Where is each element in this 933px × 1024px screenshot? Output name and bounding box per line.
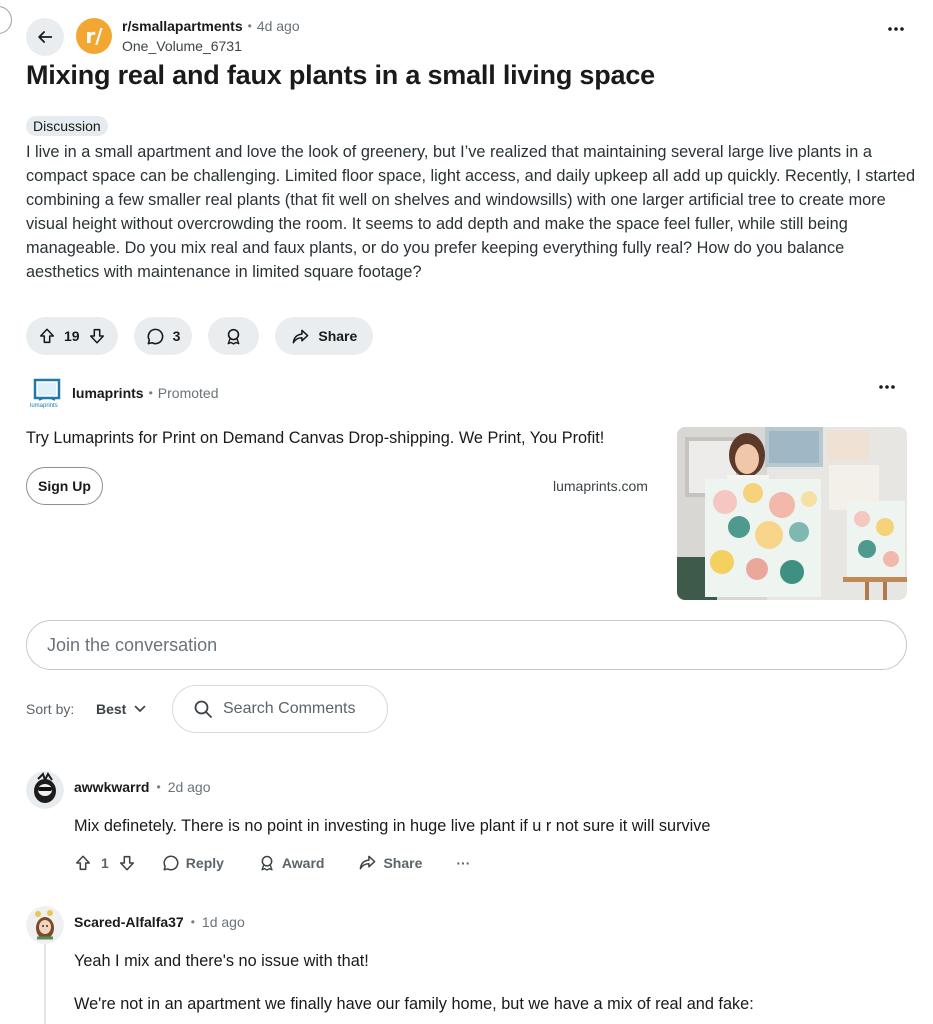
comment-header: awwkwarrd • 2d ago	[74, 779, 211, 795]
post-age: 4d ago	[256, 18, 300, 34]
partial-menu-icon: ⋮	[0, 6, 12, 34]
more-icon	[888, 27, 904, 31]
subreddit-avatar[interactable]: r/	[76, 18, 112, 54]
comment-share-button[interactable]: Share	[358, 853, 422, 872]
comment-text: We're not in an apartment we finally hav…	[74, 995, 754, 1013]
comment-username[interactable]: awwkwarrd	[74, 779, 149, 795]
promo-domain[interactable]: lumaprints.com	[553, 478, 648, 494]
more-icon: ···	[456, 854, 471, 871]
back-button[interactable]	[26, 18, 64, 56]
comment-more-button[interactable]: ···	[456, 855, 470, 871]
separator-dot: •	[156, 780, 161, 794]
search-placeholder: Search Comments	[223, 700, 356, 717]
sort-dropdown[interactable]: Best	[96, 701, 146, 717]
share-button[interactable]: Share	[275, 317, 374, 355]
vote-pill: 19	[26, 317, 118, 355]
upvote-icon[interactable]	[74, 854, 92, 872]
share-label: Share	[383, 854, 423, 871]
comment-text: Yeah I mix and there's no issue with tha…	[74, 952, 369, 970]
promo-header: lumaprints • Promoted	[72, 385, 218, 401]
search-comments-input[interactable]: Search Comments	[172, 685, 388, 733]
vote-count: 19	[64, 328, 80, 344]
promo-more-button[interactable]	[878, 384, 896, 390]
promoted-label: Promoted	[157, 385, 219, 401]
lumaprints-logo[interactable]: lumaprints	[30, 378, 62, 412]
separator-dot: •	[148, 386, 153, 400]
comment-username[interactable]: Scared-Alfalfa37	[74, 914, 184, 930]
comment-vote: 1	[74, 854, 136, 872]
promo-image[interactable]	[677, 427, 907, 600]
post-more-button[interactable]	[887, 26, 905, 32]
back-arrow-icon	[38, 31, 53, 43]
comment-age: 1d ago	[201, 914, 245, 930]
upvote-icon[interactable]	[38, 327, 56, 345]
sort-value: Best	[96, 701, 127, 717]
reply-button[interactable]: Reply	[162, 854, 224, 872]
comment-composer[interactable]: Join the conversation	[26, 620, 907, 670]
more-icon	[879, 385, 895, 389]
share-icon	[292, 329, 309, 343]
downvote-icon[interactable]	[88, 327, 106, 345]
award-button[interactable]	[208, 317, 260, 355]
thread-line[interactable]	[44, 944, 46, 1024]
comment-header: Scared-Alfalfa37 • 1d ago	[74, 914, 245, 930]
signup-button[interactable]: Sign Up	[26, 467, 103, 505]
comment-award-button[interactable]: Award	[258, 854, 325, 872]
chevron-down-icon	[135, 705, 146, 713]
share-label: Share	[318, 328, 358, 344]
comments-button[interactable]: 3	[133, 317, 193, 355]
post-flair[interactable]: Discussion	[26, 116, 108, 136]
separator-dot: •	[247, 19, 252, 33]
separator-dot: •	[190, 915, 195, 929]
comment-count: 3	[172, 328, 181, 344]
reply-label: Reply	[185, 854, 224, 871]
comment-vote-count: 1	[101, 854, 109, 871]
share-icon	[360, 855, 376, 870]
post-actions: 19 3 Share	[26, 317, 374, 355]
subreddit-name[interactable]: r/smallapartments	[122, 18, 243, 34]
award-icon	[261, 855, 273, 871]
avatar[interactable]	[26, 906, 64, 944]
search-icon	[194, 700, 212, 718]
subreddit-line: r/smallapartments • 4d ago	[122, 18, 300, 34]
comment-icon	[163, 854, 179, 871]
comment-age: 2d ago	[167, 779, 211, 795]
comment-actions: 1 Reply Award Share ···	[74, 853, 470, 872]
avatar[interactable]	[26, 771, 64, 809]
post-title: Mixing real and faux plants in a small l…	[26, 60, 655, 90]
award-icon	[227, 328, 240, 345]
comment-text: Mix definetely. There is no point in inv…	[74, 817, 711, 835]
promo-text[interactable]: Try Lumaprints for Print on Demand Canva…	[26, 429, 604, 448]
post-author[interactable]: One_Volume_6731	[122, 38, 242, 54]
lumaprints-logo-text: lumaprints	[30, 403, 58, 409]
comment-icon	[147, 328, 163, 344]
post-body: I live in a small apartment and love the…	[26, 143, 916, 281]
downvote-icon[interactable]	[118, 854, 136, 872]
promo-advertiser[interactable]: lumaprints	[72, 385, 144, 401]
sort-label: Sort by:	[26, 701, 75, 717]
award-label: Award	[281, 854, 325, 871]
